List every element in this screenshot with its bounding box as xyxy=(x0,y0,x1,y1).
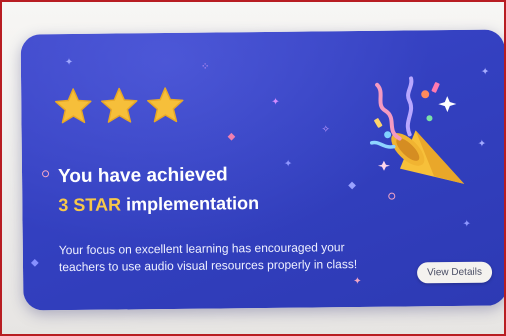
confetti-ring xyxy=(41,170,50,178)
sparkle-icon: ✦ xyxy=(462,218,472,230)
achievement-subtitle: 3 STAR implementation xyxy=(58,193,259,216)
sparkle-icon: ◆ xyxy=(227,131,236,143)
sparkle-icon: ✦ xyxy=(283,158,293,170)
achievement-title: You have achieved xyxy=(57,164,228,188)
sparkle-icon: ✦ xyxy=(477,138,487,150)
achievement-message: Your focus on excellent learning has enc… xyxy=(58,240,358,275)
achievement-card: ✦ ⁘ ✦ ◆ ✦ ◆ ✧ ✦ ✦ ◆ ✦ ✦ You have achieve… xyxy=(20,29,504,311)
sparkle-icon: ✦ xyxy=(353,275,362,288)
star-icon xyxy=(101,87,138,123)
star-rating xyxy=(53,85,185,126)
sparkle-icon: ⁘ xyxy=(200,61,210,73)
sparkle-icon: ◆ xyxy=(30,257,39,269)
star-icon xyxy=(55,88,92,124)
screen-frame: ✦ ⁘ ✦ ◆ ✦ ◆ ✧ ✦ ✦ ◆ ✦ ✦ You have achieve… xyxy=(0,0,506,336)
sparkle-icon: ✧ xyxy=(321,124,331,136)
sparkle-icon: ✦ xyxy=(271,96,280,108)
party-popper-icon xyxy=(369,76,465,184)
star-icon xyxy=(147,87,184,123)
confetti-ring xyxy=(388,192,396,200)
sparkle-icon: ✦ xyxy=(64,56,74,69)
achievement-subtitle-text: implementation xyxy=(120,193,260,215)
view-details-button[interactable]: View Details xyxy=(416,261,493,284)
sparkle-icon: ✦ xyxy=(480,66,490,78)
sparkle-icon: ◆ xyxy=(348,180,356,192)
star-level-highlight: 3 STAR xyxy=(58,194,122,216)
